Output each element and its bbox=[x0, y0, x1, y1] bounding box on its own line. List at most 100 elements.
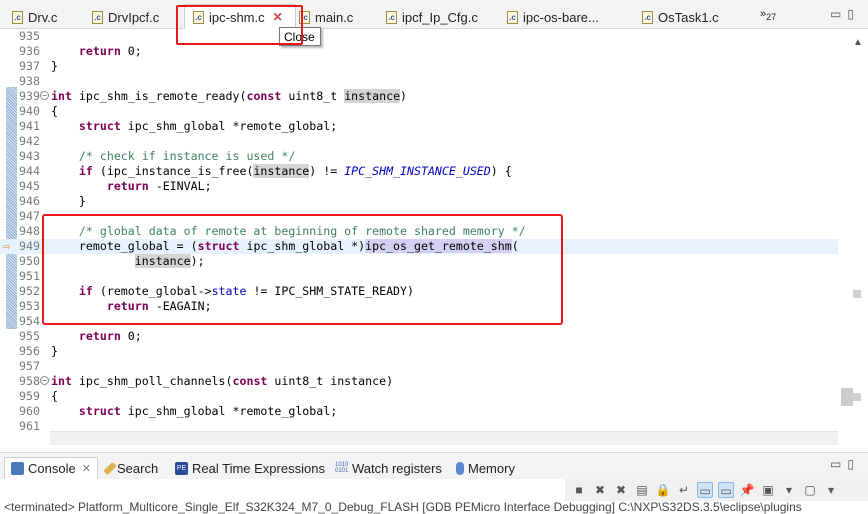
line-number: 959 bbox=[19, 389, 40, 403]
pe-icon: PE bbox=[175, 461, 188, 475]
vertical-scrollbar[interactable] bbox=[838, 29, 868, 437]
code-token: (ipc_instance_is_free( bbox=[92, 164, 254, 178]
scroll-up-icon[interactable]: ▲ bbox=[853, 37, 863, 48]
c-file-icon: .c bbox=[507, 11, 518, 24]
tab-drv-c[interactable]: .c Drv.c bbox=[12, 6, 57, 29]
code-line[interactable]: 944 if (ipc_instance_is_free(instance) !… bbox=[0, 164, 840, 179]
code-line[interactable]: 938 bbox=[0, 74, 840, 89]
c-file-icon: .c bbox=[92, 11, 103, 24]
tab-memory[interactable]: Memory bbox=[456, 457, 515, 479]
code-line[interactable]: 958− int ipc_shm_poll_channels(const uint… bbox=[0, 374, 840, 389]
dropdown-icon[interactable]: ▾ bbox=[823, 482, 839, 498]
tab-drvipcf-c[interactable]: .c DrvIpcf.c bbox=[92, 6, 159, 29]
remove-launch-icon[interactable]: ✖ bbox=[592, 482, 608, 498]
code-token: ipc_shm_global *remote_global; bbox=[120, 404, 338, 418]
line-number: 950 bbox=[19, 254, 40, 268]
tab-ipc-os-bare[interactable]: .c ipc-os-bare... bbox=[507, 6, 599, 29]
line-number: 953 bbox=[19, 299, 40, 313]
code-text: return 0; bbox=[51, 44, 142, 59]
fold-toggle-icon[interactable]: − bbox=[40, 376, 49, 385]
code-line[interactable]: 935 bbox=[0, 29, 840, 44]
code-line[interactable]: 946 } bbox=[0, 194, 840, 209]
registers-icon: 1010 0101 bbox=[335, 461, 349, 474]
minimize-icon[interactable]: ▭ bbox=[830, 7, 847, 21]
c-file-icon: .c bbox=[642, 11, 653, 24]
code-line[interactable]: 955 return 0; bbox=[0, 329, 840, 344]
code-line[interactable]: 940 { bbox=[0, 104, 840, 119]
annotation-box-code bbox=[42, 214, 563, 325]
line-number: 945 bbox=[19, 179, 40, 193]
maximize-icon[interactable]: ▯ bbox=[847, 457, 860, 471]
code-line[interactable]: 937} bbox=[0, 59, 840, 74]
memory-icon bbox=[456, 461, 464, 475]
line-number: 937 bbox=[19, 59, 40, 73]
code-token: const bbox=[232, 374, 268, 388]
line-number: 954 bbox=[19, 314, 40, 328]
remove-all-icon[interactable]: ✖ bbox=[613, 482, 629, 498]
c-file-icon: .c bbox=[12, 11, 23, 24]
tab-watch-registers[interactable]: 1010 0101 Watch registers bbox=[335, 457, 442, 479]
code-line[interactable]: 942 bbox=[0, 134, 840, 149]
tab-real-time-expressions[interactable]: PE Real Time Expressions bbox=[175, 457, 325, 479]
code-line[interactable]: 956} bbox=[0, 344, 840, 359]
open-console-icon[interactable]: ▢ bbox=[802, 482, 818, 498]
show-on-stderr-icon[interactable]: ▭ bbox=[718, 482, 734, 498]
tab-label: Drv.c bbox=[28, 10, 58, 25]
code-line[interactable]: 960 struct ipc_shm_global *remote_global… bbox=[0, 404, 840, 419]
code-line[interactable]: 941 struct ipc_shm_global *remote_global… bbox=[0, 119, 840, 134]
code-text: { bbox=[51, 104, 58, 119]
clear-console-icon[interactable]: ▤ bbox=[634, 482, 650, 498]
show-on-stdout-icon[interactable]: ▭ bbox=[697, 482, 713, 498]
tab-label: Real Time Expressions bbox=[192, 460, 325, 476]
code-line[interactable]: 943 /* check if instance is used */ bbox=[0, 149, 840, 164]
maximize-icon[interactable]: ▯ bbox=[847, 7, 860, 21]
code-token: instance bbox=[344, 89, 401, 103]
panel-window-controls[interactable]: ▭▯ bbox=[830, 457, 860, 471]
line-number: 936 bbox=[19, 44, 40, 58]
horizontal-scrollbar[interactable] bbox=[50, 431, 838, 445]
close-icon[interactable]: ✕ bbox=[82, 462, 91, 475]
code-token: IPC_SHM_INSTANCE_USED bbox=[344, 164, 491, 178]
code-line[interactable]: 945 return -EINVAL; bbox=[0, 179, 840, 194]
tab-ipcf-ip-cfg-c[interactable]: .c ipcf_Ip_Cfg.c bbox=[386, 6, 478, 29]
code-text: } bbox=[51, 344, 58, 359]
tab-search[interactable]: Search bbox=[103, 457, 158, 479]
line-number: 947 bbox=[19, 209, 40, 223]
code-text: /* check if instance is used */ bbox=[51, 149, 295, 164]
scroll-thumb[interactable] bbox=[841, 388, 853, 406]
minimize-icon[interactable]: ▭ bbox=[830, 457, 847, 471]
code-line[interactable]: 959 { bbox=[0, 389, 840, 404]
tab-console[interactable]: Console ✕ bbox=[4, 457, 98, 479]
word-wrap-icon[interactable]: ↵ bbox=[676, 482, 692, 498]
window-controls[interactable]: ▭▯ bbox=[830, 7, 860, 21]
code-token: ipc_shm_global *remote_global; bbox=[120, 119, 338, 133]
code-token: struct bbox=[78, 119, 121, 133]
code-token: 0; bbox=[120, 329, 142, 343]
display-console-icon[interactable]: ▣ bbox=[760, 482, 776, 498]
code-line[interactable]: 936 return 0; bbox=[0, 44, 840, 59]
tab-label: DrvIpcf.c bbox=[108, 10, 160, 25]
tab-main-c[interactable]: .c main.c bbox=[299, 6, 353, 29]
code-token: -EINVAL; bbox=[148, 179, 212, 193]
code-token: int bbox=[51, 374, 72, 388]
editor-tab-bar: .c Drv.c .c DrvIpcf.c .c ipc-shm.c ✕ .c main.… bbox=[0, 0, 868, 29]
scroll-lock-icon[interactable]: 🔒 bbox=[655, 482, 671, 498]
code-line[interactable]: 957 bbox=[0, 359, 840, 374]
fold-toggle-icon[interactable]: − bbox=[40, 91, 49, 100]
panel-tab-bar: Console ✕ Search PE Real Time Expressions … bbox=[0, 453, 868, 479]
more-tabs-button[interactable]: »27 bbox=[760, 8, 776, 22]
line-number: 939 bbox=[19, 89, 40, 103]
tab-ostask1-c[interactable]: .c OsTask1.c bbox=[642, 6, 719, 29]
tab-label: OsTask1.c bbox=[658, 10, 719, 25]
line-number: 941 bbox=[19, 119, 40, 133]
terminate-icon[interactable]: ■ bbox=[571, 482, 587, 498]
code-line[interactable]: 939− int ipc_shm_is_remote_ready(const ui… bbox=[0, 89, 840, 104]
pin-console-icon[interactable]: 📌 bbox=[739, 482, 755, 498]
dropdown-icon[interactable]: ▾ bbox=[781, 482, 797, 498]
console-icon bbox=[11, 462, 24, 475]
line-number: 955 bbox=[19, 329, 40, 343]
